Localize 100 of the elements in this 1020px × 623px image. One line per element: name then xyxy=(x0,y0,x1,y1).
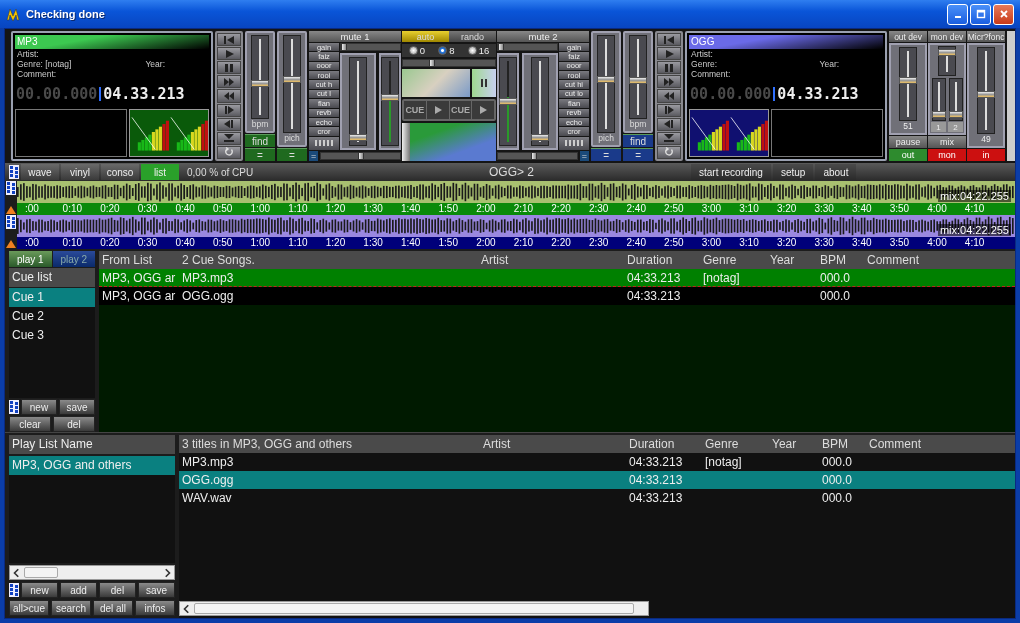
list-button[interactable]: del xyxy=(53,416,95,432)
column-header[interactable]: Duration xyxy=(624,253,700,267)
list-button[interactable]: del xyxy=(99,582,136,598)
toolbar-button[interactable]: start recording xyxy=(691,164,771,180)
elapsed-time: 00.00.000 xyxy=(16,85,98,103)
column-header[interactable]: Artist xyxy=(480,437,626,451)
time-tick: 2:20 xyxy=(551,203,572,215)
list-item[interactable]: MP3, OGG and others xyxy=(9,456,175,475)
column-header[interactable]: Artist xyxy=(478,253,624,267)
reset-button[interactable]: = xyxy=(245,148,275,161)
list-item[interactable]: Cue 3 xyxy=(9,326,95,345)
comment-label: Comment: xyxy=(16,69,58,79)
table-cell-text: 04:33.213 xyxy=(626,289,682,303)
time-tick: 1:10 xyxy=(288,237,309,249)
list-item[interactable]: Cue 1 xyxy=(9,288,95,307)
reset-button[interactable]: = xyxy=(277,148,307,161)
table-row[interactable]: MP3, OGG ar OGG.ogg 04:33.213 000.0 xyxy=(99,287,1015,305)
list-button[interactable]: save xyxy=(59,399,95,415)
time-tick: 0:20 xyxy=(100,203,121,215)
column-header[interactable]: Year xyxy=(767,253,817,267)
player-tab[interactable]: play 2 xyxy=(52,251,95,267)
time-tick: 3:20 xyxy=(776,237,798,249)
table-row[interactable]: OGG.ogg 04:33.213 000.0 xyxy=(179,471,1015,489)
list-button[interactable]: save xyxy=(138,582,175,598)
column-header[interactable]: Genre xyxy=(702,437,769,451)
route-button[interactable]: mon xyxy=(928,149,967,161)
time-tick: 1:20 xyxy=(325,203,347,215)
find-button[interactable]: find xyxy=(623,134,654,147)
column-header[interactable]: BPM xyxy=(819,437,866,451)
reset-button[interactable]: = xyxy=(591,148,622,161)
list-button[interactable]: new xyxy=(21,399,57,415)
bpm-label: bpm xyxy=(629,119,647,129)
list-button[interactable]: search xyxy=(51,600,91,616)
time-tick: 0:40 xyxy=(175,203,196,215)
route-button[interactable]: out xyxy=(889,149,928,161)
column-header[interactable]: Year xyxy=(769,437,819,451)
time-tick: 3:50 xyxy=(889,203,911,215)
time-tick: 1:10 xyxy=(288,203,309,215)
device-button[interactable]: out dev xyxy=(889,31,928,42)
time-tick: 3:00 xyxy=(701,203,723,215)
column-header[interactable]: Comment xyxy=(864,253,1015,267)
route-button[interactable]: in xyxy=(967,149,1006,161)
view-tab[interactable]: wave xyxy=(21,164,59,180)
table-cell-text: 04:33.213 xyxy=(628,455,684,469)
reset-button[interactable]: = xyxy=(623,148,654,161)
column-header[interactable]: Duration xyxy=(626,437,702,451)
list-item[interactable]: Cue 2 xyxy=(9,307,95,326)
output-button[interactable]: mix xyxy=(928,136,967,148)
column-header[interactable]: From List xyxy=(99,253,179,267)
time-tick: 4:10 xyxy=(964,237,986,249)
toolbar-button[interactable]: about xyxy=(815,164,857,180)
time-tick: 3:10 xyxy=(739,203,760,215)
time-tick: 2:50 xyxy=(664,203,685,215)
time-tick: 2:40 xyxy=(626,203,647,215)
find-button[interactable]: find xyxy=(245,134,275,147)
column-header[interactable]: 3 titles in MP3, OGG and others xyxy=(179,437,480,451)
reset-label: = xyxy=(579,151,590,161)
time-tick: 3:20 xyxy=(776,203,798,215)
cue-button[interactable]: CUE xyxy=(449,101,472,119)
genre-label: Genre: [notag] xyxy=(17,59,72,69)
view-tab[interactable]: conso xyxy=(101,164,139,180)
column-header[interactable]: BPM xyxy=(817,253,864,267)
elapsed-time: 00.00.000 xyxy=(690,85,772,103)
table-cell-text: MP3.mp3 xyxy=(181,455,235,469)
table-cell-text: OGG.ogg xyxy=(181,473,235,487)
level-reading: 51 xyxy=(903,121,913,131)
time-tick: 1:30 xyxy=(363,237,384,249)
time-tick: 1:00 xyxy=(250,237,272,249)
mute-button[interactable]: mute 1 xyxy=(309,31,401,42)
pitch-label: pich xyxy=(284,133,300,143)
output-button[interactable]: pause xyxy=(889,136,928,148)
list-button[interactable]: all>cue xyxy=(9,600,49,616)
view-tab[interactable]: vinyl xyxy=(61,164,99,180)
time-tick: 0:40 xyxy=(175,237,196,249)
cue-button[interactable]: CUE xyxy=(404,101,426,119)
list-button[interactable]: del all xyxy=(93,600,133,616)
list-button[interactable]: clear xyxy=(9,416,51,432)
time-tick: 2:10 xyxy=(513,203,535,215)
column-header[interactable]: 2 Cue Songs. xyxy=(179,253,478,267)
list-button[interactable]: new xyxy=(21,582,58,598)
list-button[interactable]: infos xyxy=(135,600,175,616)
player-tab[interactable]: play 1 xyxy=(9,251,52,267)
time-tick: 2:20 xyxy=(551,237,572,249)
track-title: MP3 xyxy=(17,36,38,47)
table-row[interactable]: MP3, OGG ar MP3.mp3 04:33.213 [notag] 000.0 xyxy=(99,269,1015,287)
mode-tab[interactable]: rando xyxy=(449,31,497,42)
mute-button[interactable]: mute 2 xyxy=(497,31,590,42)
cpu-usage: 0,00 % of CPU xyxy=(187,166,255,178)
year-label: Year: xyxy=(145,59,165,69)
toolbar-button[interactable]: setup xyxy=(772,164,814,180)
column-header[interactable]: Comment xyxy=(866,437,1015,451)
column-header[interactable]: Genre xyxy=(700,253,767,267)
device-button[interactable]: mon dev xyxy=(928,31,967,42)
list-header: Play List Name xyxy=(9,435,175,454)
list-button[interactable]: add xyxy=(60,582,97,598)
time-tick: 3:10 xyxy=(739,237,760,249)
time-tick: 1:50 xyxy=(438,203,459,215)
table-cell-text: 000.0 xyxy=(821,491,854,505)
table-cell-text: 000.0 xyxy=(819,270,852,285)
device-button[interactable]: Micr?fonc xyxy=(967,31,1006,42)
